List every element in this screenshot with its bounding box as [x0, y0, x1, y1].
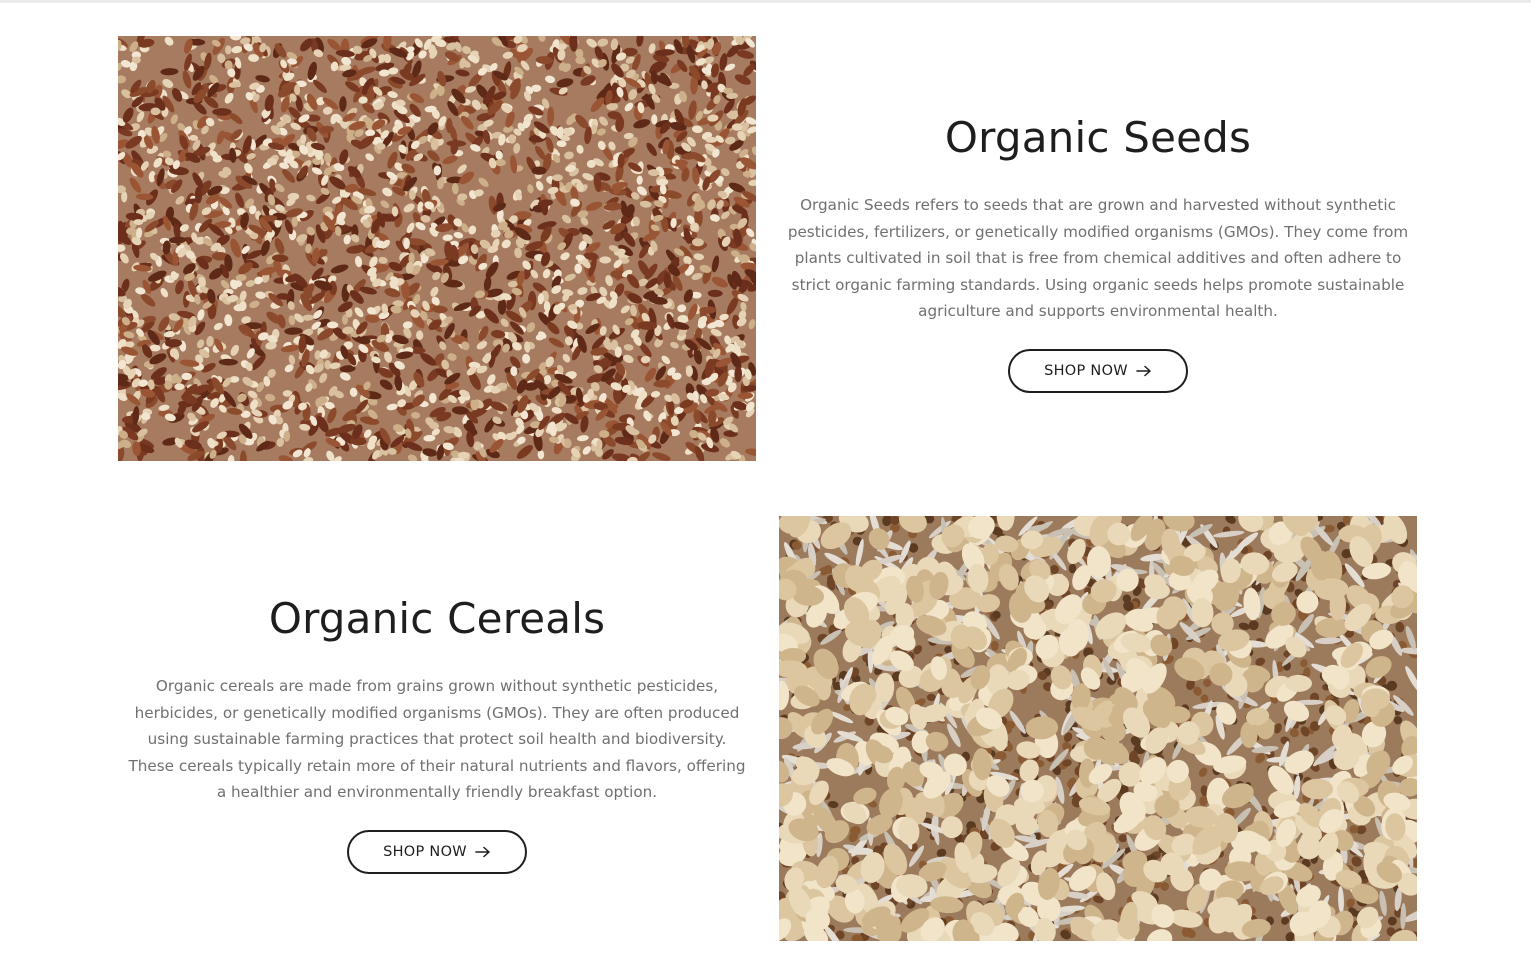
top-divider — [0, 0, 1531, 3]
arrow-right-icon — [475, 846, 491, 858]
organic-cereals-image — [779, 516, 1417, 941]
organic-seeds-text: Organic Seeds Organic Seeds refers to se… — [779, 108, 1417, 393]
shop-now-seeds-button[interactable]: SHOP NOW — [1008, 348, 1188, 393]
section-title: Organic Seeds — [944, 113, 1252, 162]
section-description: Organic Seeds refers to seeds that are g… — [787, 196, 1409, 321]
section-title: Organic Cereals — [268, 594, 606, 643]
organic-cereals-text: Organic Cereals Organic cereals are made… — [118, 589, 756, 874]
arrow-right-icon — [1136, 365, 1152, 377]
page: Organic Seeds Organic Seeds refers to se… — [0, 0, 1531, 975]
organic-seeds-image — [118, 36, 756, 461]
shop-now-label: SHOP NOW — [1044, 362, 1128, 379]
shop-now-label: SHOP NOW — [383, 843, 467, 860]
section-description: Organic cereals are made from grains gro… — [128, 677, 746, 802]
shop-now-cereals-button[interactable]: SHOP NOW — [347, 829, 527, 874]
